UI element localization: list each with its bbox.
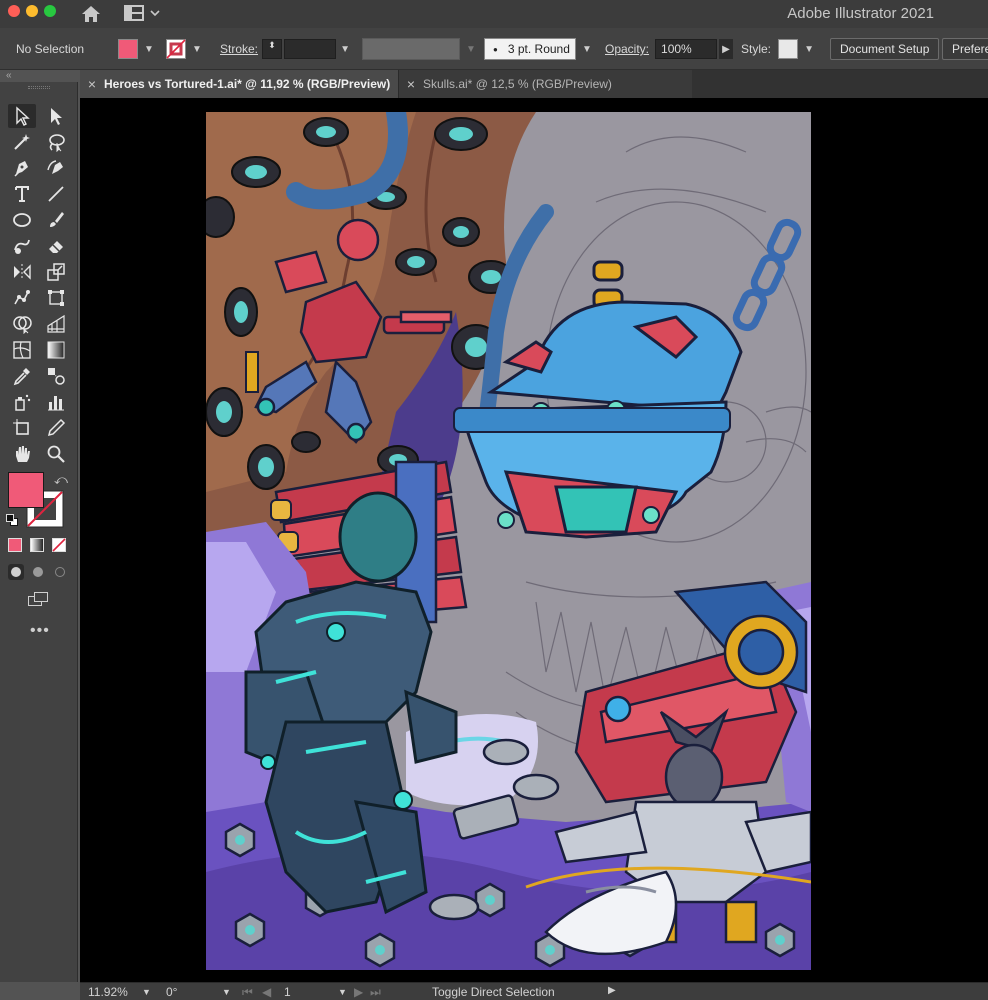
- workspace-switcher-icon[interactable]: [124, 4, 162, 22]
- shaper-tool-icon[interactable]: [8, 234, 36, 258]
- close-icon[interactable]: ×: [399, 76, 423, 92]
- window-close-button[interactable]: [8, 5, 20, 17]
- brush-value: 3 pt. Round: [507, 42, 570, 56]
- symbol-sprayer-tool-icon[interactable]: [8, 390, 36, 414]
- tab-heroes-vs-tortured[interactable]: × Heroes vs Tortured-1.ai* @ 11,92 % (RG…: [80, 70, 398, 98]
- draw-normal-icon[interactable]: [8, 564, 24, 580]
- stroke-weight-field[interactable]: [284, 39, 337, 59]
- artwork-heroes-vs-tortured: [206, 112, 811, 970]
- curvature-tool-icon[interactable]: [42, 156, 70, 180]
- puppet-warp-tool-icon[interactable]: [8, 286, 36, 310]
- fill-color-proxy[interactable]: [8, 472, 44, 508]
- chevron-down-icon[interactable]: ▼: [222, 987, 231, 997]
- edit-toolbar-icon[interactable]: •••: [30, 622, 50, 640]
- draw-behind-icon[interactable]: [30, 564, 46, 580]
- zoom-tool-icon[interactable]: [42, 442, 70, 466]
- stroke-label: Stroke:: [220, 42, 259, 56]
- chevron-down-icon[interactable]: ▼: [190, 39, 204, 59]
- first-artboard-icon[interactable]: ⏮: [242, 985, 253, 1000]
- none-mode-button[interactable]: [52, 538, 66, 552]
- brush-definition[interactable]: ● 3 pt. Round: [484, 38, 576, 60]
- free-transform-tool-icon[interactable]: [42, 286, 70, 310]
- last-artboard-icon[interactable]: ⏭: [370, 985, 381, 1000]
- chevron-down-icon[interactable]: ▼: [142, 39, 156, 59]
- current-tool-hint: Toggle Direct Selection: [432, 985, 555, 999]
- variable-width-profile[interactable]: [362, 38, 460, 60]
- draw-inside-icon[interactable]: [52, 564, 68, 580]
- selection-status: No Selection: [16, 42, 85, 56]
- previous-artboard-icon[interactable]: ◀: [262, 985, 271, 999]
- reflect-tool-icon[interactable]: [8, 260, 36, 284]
- gradient-mode-button[interactable]: [30, 538, 44, 552]
- perspective-grid-tool-icon[interactable]: [42, 312, 70, 336]
- chevron-down-icon[interactable]: ▼: [338, 987, 347, 997]
- next-artboard-icon[interactable]: ▶: [354, 985, 363, 999]
- magic-wand-tool-icon[interactable]: [8, 130, 36, 154]
- document-setup-button[interactable]: Document Setup: [830, 38, 940, 60]
- screen-mode-icon[interactable]: [28, 592, 50, 608]
- close-icon[interactable]: ×: [80, 76, 104, 92]
- tab-skulls[interactable]: × Skulls.ai* @ 12,5 % (RGB/Preview): [398, 70, 692, 98]
- tab-label: Heroes vs Tortured-1.ai* @ 11,92 % (RGB/…: [104, 77, 391, 91]
- default-fill-stroke-icon[interactable]: [6, 514, 18, 526]
- eraser-tool-icon[interactable]: [42, 234, 70, 258]
- opacity-label: Opacity:: [605, 42, 650, 56]
- collapse-panels-icon[interactable]: «: [6, 70, 12, 81]
- type-tool-icon[interactable]: [8, 182, 36, 206]
- swap-fill-stroke-icon[interactable]: ⤺: [54, 472, 68, 488]
- slice-tool-icon[interactable]: [42, 416, 70, 440]
- window-minimize-button[interactable]: [26, 5, 38, 17]
- pen-tool-icon[interactable]: [8, 156, 36, 180]
- blend-tool-icon[interactable]: [42, 364, 70, 388]
- artboard-tool-icon[interactable]: [8, 416, 36, 440]
- control-bar: No Selection ▼ ▼ Stroke: ⬍ ▼ ▼ ● 3 pt. R…: [0, 28, 988, 70]
- chevron-down-icon[interactable]: ▼: [338, 39, 352, 59]
- eyedropper-tool-icon[interactable]: [8, 364, 36, 388]
- color-mode-button[interactable]: [8, 538, 22, 552]
- paintbrush-tool-icon[interactable]: [42, 208, 70, 232]
- preferences-button[interactable]: Prefere: [942, 38, 988, 60]
- rotation-field[interactable]: 0°: [166, 985, 177, 999]
- opacity-field[interactable]: 100%: [655, 39, 718, 59]
- shape-builder-tool-icon[interactable]: [8, 312, 36, 336]
- artboard-number-field[interactable]: 1: [284, 985, 291, 999]
- app-title: Adobe Illustrator 2021: [787, 5, 934, 22]
- hand-tool-icon[interactable]: [8, 442, 36, 466]
- chevron-down-icon[interactable]: ▼: [142, 987, 151, 997]
- ellipse-tool-icon[interactable]: [8, 208, 36, 232]
- status-menu-arrow-icon[interactable]: ▶: [608, 985, 616, 996]
- scale-tool-icon[interactable]: [42, 260, 70, 284]
- document-tab-bar: × Heroes vs Tortured-1.ai* @ 11,92 % (RG…: [80, 70, 988, 98]
- home-icon[interactable]: [80, 4, 102, 24]
- direct-selection-tool-icon[interactable]: [42, 104, 70, 128]
- mesh-tool-icon[interactable]: [8, 338, 36, 362]
- stroke-weight-stepper[interactable]: ⬍: [262, 39, 283, 59]
- zoom-level-field[interactable]: 11.92%: [88, 985, 128, 999]
- status-bar: 11.92% ▼ 0° ▼ ⏮ ◀ 1 ▼ ▶ ⏭ Toggle Direct …: [80, 982, 988, 1000]
- fill-swatch[interactable]: [118, 39, 138, 59]
- chevron-down-icon[interactable]: ▼: [802, 39, 816, 59]
- artboard-illustration[interactable]: [206, 112, 811, 970]
- line-segment-tool-icon[interactable]: [42, 182, 70, 206]
- graphic-style-swatch[interactable]: [778, 39, 799, 59]
- tab-label: Skulls.ai* @ 12,5 % (RGB/Preview): [423, 77, 612, 91]
- canvas-area[interactable]: [80, 98, 988, 982]
- title-bar: Adobe Illustrator 2021: [0, 0, 988, 28]
- window-maximize-button[interactable]: [44, 5, 56, 17]
- column-graph-tool-icon[interactable]: [42, 390, 70, 414]
- panel-grip[interactable]: [28, 86, 50, 89]
- chevron-down-icon[interactable]: ▼: [464, 39, 478, 59]
- tools-panel: ⤺ •••: [0, 82, 78, 982]
- stroke-swatch[interactable]: [166, 39, 186, 59]
- chevron-down-icon[interactable]: ▼: [580, 39, 594, 59]
- gradient-tool-icon[interactable]: [42, 338, 70, 362]
- chevron-right-icon[interactable]: ▶: [719, 39, 734, 59]
- style-label: Style:: [741, 42, 772, 56]
- selection-tool-icon[interactable]: [8, 104, 36, 128]
- lasso-tool-icon[interactable]: [42, 130, 70, 154]
- brush-dot-icon: ●: [493, 44, 498, 54]
